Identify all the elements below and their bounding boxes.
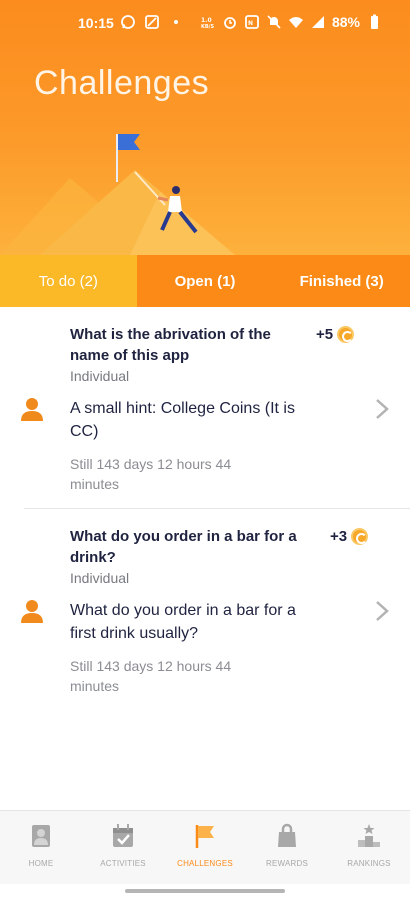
chevron-right-icon[interactable] — [374, 599, 390, 623]
nav-rankings[interactable]: RANKINGS — [328, 811, 410, 884]
mountain-flag-illustration — [0, 134, 235, 255]
signal-icon — [311, 16, 324, 28]
nfc-icon: N — [245, 15, 259, 29]
page-title: Challenges — [34, 64, 210, 102]
person-icon — [32, 825, 50, 847]
challenge-description: A small hint: College Coins (It is CC) — [70, 400, 295, 440]
data-speed-icon: 1.0KB/S — [201, 17, 215, 30]
wifi-icon — [288, 17, 303, 28]
dot-icon — [174, 20, 178, 24]
nav-label: CHALLENGES — [177, 859, 233, 868]
svg-text:KB/S: KB/S — [201, 24, 215, 30]
chevron-right-icon[interactable] — [374, 397, 390, 421]
nav-challenges[interactable]: CHALLENGES — [164, 811, 246, 884]
person-icon — [21, 600, 43, 623]
notification-icons — [120, 14, 184, 30]
challenge-type: Individual — [70, 368, 130, 384]
status-bar: 10:15 1.0 KB/S N 88% — [0, 0, 410, 46]
points-value: +5 — [316, 326, 334, 343]
challenge-title: What do you order in a bar for a drink? — [70, 528, 297, 566]
podium-icon — [358, 824, 380, 847]
challenge-list: What is the abrivation of the name of th… — [0, 307, 410, 709]
nav-rewards[interactable]: REWARDS — [246, 811, 328, 884]
points-value: +3 — [330, 528, 348, 545]
image-icon — [145, 15, 159, 29]
challenge-points: +5 — [316, 326, 355, 343]
flag-icon — [195, 825, 214, 848]
whatsapp-icon — [121, 15, 135, 29]
system-icons: 1.0 KB/S N 88% — [200, 14, 382, 30]
challenge-points: +3 — [330, 528, 369, 545]
challenge-tabs: To do (2) Open (1) Finished (3) — [0, 255, 410, 307]
nav-home[interactable]: HOME — [0, 811, 82, 884]
coin-icon — [337, 326, 355, 343]
gesture-bar[interactable] — [125, 889, 285, 893]
mute-icon — [267, 15, 281, 29]
challenge-card[interactable]: What do you order in a bar for a drink? … — [21, 508, 410, 709]
challenge-time-left: Still 143 days 12 hours 44 minutes — [70, 456, 232, 492]
tab-finished[interactable]: Finished (3) — [273, 255, 410, 307]
calendar-icon — [113, 824, 133, 847]
challenge-card[interactable]: What is the abrivation of the name of th… — [0, 307, 410, 508]
nav-label: RANKINGS — [347, 859, 391, 868]
person-icon — [21, 398, 43, 421]
tab-to-do[interactable]: To do (2) — [0, 255, 137, 307]
bag-icon — [278, 823, 296, 847]
challenge-title: What is the abrivation of the name of th… — [70, 326, 271, 364]
challenge-description: What do you order in a bar for a first d… — [70, 602, 296, 642]
nav-label: REWARDS — [266, 859, 308, 868]
battery-icon — [371, 14, 378, 29]
bottom-navigation: HOME ACTIVITIES CHALLENGES REWARDS RANKI… — [0, 810, 410, 884]
nav-label: ACTIVITIES — [100, 859, 146, 868]
coin-icon — [351, 528, 369, 545]
alarm-icon — [224, 17, 236, 29]
nav-activities[interactable]: ACTIVITIES — [82, 811, 164, 884]
challenge-time-left: Still 143 days 12 hours 44 minutes — [70, 658, 232, 694]
nav-label: HOME — [28, 859, 54, 868]
svg-text:1.0: 1.0 — [201, 17, 212, 24]
battery-percent: 88% — [331, 14, 360, 30]
status-time: 10:15 — [78, 15, 114, 31]
challenge-type: Individual — [70, 570, 130, 586]
svg-text:N: N — [248, 20, 253, 27]
challenges-header: 10:15 1.0 KB/S N 88% Challenges — [0, 0, 410, 255]
tab-open[interactable]: Open (1) — [137, 255, 274, 307]
